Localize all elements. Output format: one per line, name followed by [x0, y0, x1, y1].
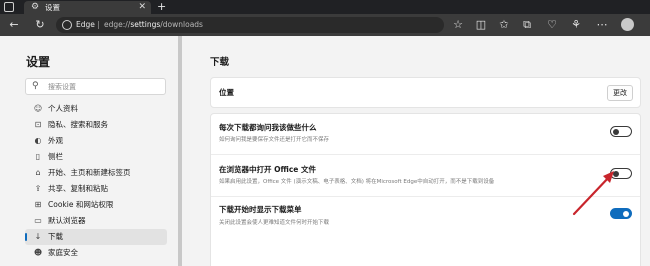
sidebar-item-label: 共享、复制和粘贴: [48, 184, 108, 193]
sidebar-item-share-copy-paste[interactable]: ⇪ 共享、复制和粘贴: [25, 181, 167, 197]
extensions-icon[interactable]: ⚘: [569, 18, 583, 32]
toolbar: ← ↻ Edge edge://settings/downloads ☆ ◫ ✩…: [0, 14, 650, 36]
toggle-knob: [613, 128, 619, 135]
download-icon: ↓: [34, 232, 42, 241]
workspaces-icon[interactable]: [4, 2, 14, 12]
split-screen-icon[interactable]: ◫: [474, 18, 488, 32]
browser-essentials-icon[interactable]: ♡: [545, 18, 559, 32]
sidebar-item-start-home[interactable]: ⌂ 开始、主页和新建标签页: [25, 165, 167, 181]
toggle-knob: [623, 210, 629, 217]
collections-icon[interactable]: ⧉: [520, 18, 534, 32]
sidebar-item-family-safety[interactable]: ☻ 家庭安全: [25, 245, 167, 261]
home-icon: ⌂: [35, 168, 41, 177]
setting-title: 下载开始时显示下载菜单: [219, 205, 302, 214]
main-content: 下载 位置 更改 每次下载都询问我该做些什么 如何询问我是要保存文件还是打开它而…: [182, 36, 650, 266]
location-label: 位置: [219, 88, 234, 97]
sidebar-item-label: 开始、主页和新建标签页: [48, 168, 131, 177]
sidebar-item-profile[interactable]: ☺ 个人资料: [25, 101, 167, 117]
profile-icon[interactable]: [621, 18, 634, 31]
annotation-arrow: [572, 171, 614, 216]
sidebar-item-label: 家庭安全: [48, 248, 78, 257]
appearance-icon: ◐: [34, 136, 42, 145]
sidebar-item-label: 默认浏览器: [48, 216, 86, 225]
change-location-button[interactable]: 更改: [607, 85, 633, 101]
family-icon: ☻: [33, 248, 43, 257]
tab-title: 设置: [45, 3, 60, 12]
sidebar-icon: ▯: [35, 152, 41, 161]
refresh-icon[interactable]: ↻: [33, 18, 47, 32]
lock-icon: ⊡: [34, 120, 42, 129]
sidebar-item-label: 侧栏: [48, 152, 63, 161]
page-title: 下载: [210, 57, 230, 68]
search-box[interactable]: ⚲: [25, 78, 166, 95]
sidebar-item-label: 个人资料: [48, 104, 78, 113]
address-bar[interactable]: Edge edge://settings/downloads: [56, 17, 444, 33]
setting-row-ask: 每次下载都询问我该做些什么 如何询问我是要保存文件还是打开它而不保存: [211, 114, 640, 154]
star-add-icon[interactable]: ☆: [451, 18, 465, 32]
sidebar-item-cookies[interactable]: ⊞ Cookie 和网站权限: [25, 197, 167, 213]
setting-description: 关闭此设置会使人更难知道文件何时开始下载: [219, 220, 330, 226]
search-input[interactable]: [48, 79, 158, 94]
sidebar-item-label: Cookie 和网站权限: [48, 200, 114, 209]
sidebar-item-sidebar[interactable]: ▯ 侧栏: [25, 149, 167, 165]
sidebar-item-label: 隐私、搜索和服务: [48, 120, 108, 129]
search-icon: ⚲: [32, 81, 39, 91]
sidebar-item-label: 下载: [48, 232, 63, 241]
edge-logo-icon: [62, 20, 72, 30]
setting-description: 如果启用此设置，Office 文件 (演示文稿、电子表格、文档) 将在Micro…: [219, 179, 495, 185]
sidebar: 设置 ⚲ ☺ 个人资料 ⊡ 隐私、搜索和服务 ◐ 外观 ▯ 侧栏 ⌂ 开始、主页…: [0, 36, 178, 266]
tab-strip: ⚙ 设置 ✕ +: [0, 0, 650, 14]
setting-description: 如何询问我是要保存文件还是打开它而不保存: [219, 137, 330, 143]
sidebar-nav: ☺ 个人资料 ⊡ 隐私、搜索和服务 ◐ 外观 ▯ 侧栏 ⌂ 开始、主页和新建标签…: [25, 101, 167, 261]
ask-toggle[interactable]: [610, 126, 632, 137]
more-icon[interactable]: ⋯: [595, 18, 609, 32]
gear-icon: ⚙: [31, 2, 40, 12]
address-brand: Edge: [76, 20, 95, 29]
share-icon: ⇪: [34, 184, 42, 193]
new-tab-button[interactable]: +: [157, 0, 166, 13]
setting-title: 每次下载都询问我该做些什么: [219, 123, 317, 132]
close-tab-button[interactable]: ✕: [138, 1, 146, 13]
address-separator: [98, 21, 99, 29]
back-icon[interactable]: ←: [7, 18, 21, 32]
sidebar-item-privacy[interactable]: ⊡ 隐私、搜索和服务: [25, 117, 167, 133]
location-card: 位置 更改: [210, 77, 641, 108]
sidebar-item-appearance[interactable]: ◐ 外观: [25, 133, 167, 149]
tab-settings[interactable]: ⚙ 设置 ✕: [24, 1, 151, 14]
person-icon: ☺: [33, 104, 43, 113]
default-browser-icon: ▭: [34, 216, 42, 225]
favorites-icon[interactable]: ✩: [497, 18, 511, 32]
sidebar-item-label: 外观: [48, 136, 63, 145]
cookie-icon: ⊞: [34, 200, 42, 209]
sidebar-item-downloads[interactable]: ↓ 下载: [25, 229, 167, 245]
sidebar-title: 设置: [26, 55, 51, 69]
sidebar-item-default-browser[interactable]: ▭ 默认浏览器: [25, 213, 167, 229]
address-url[interactable]: edge://settings/downloads: [104, 17, 203, 33]
setting-title: 在浏览器中打开 Office 文件: [219, 165, 316, 174]
